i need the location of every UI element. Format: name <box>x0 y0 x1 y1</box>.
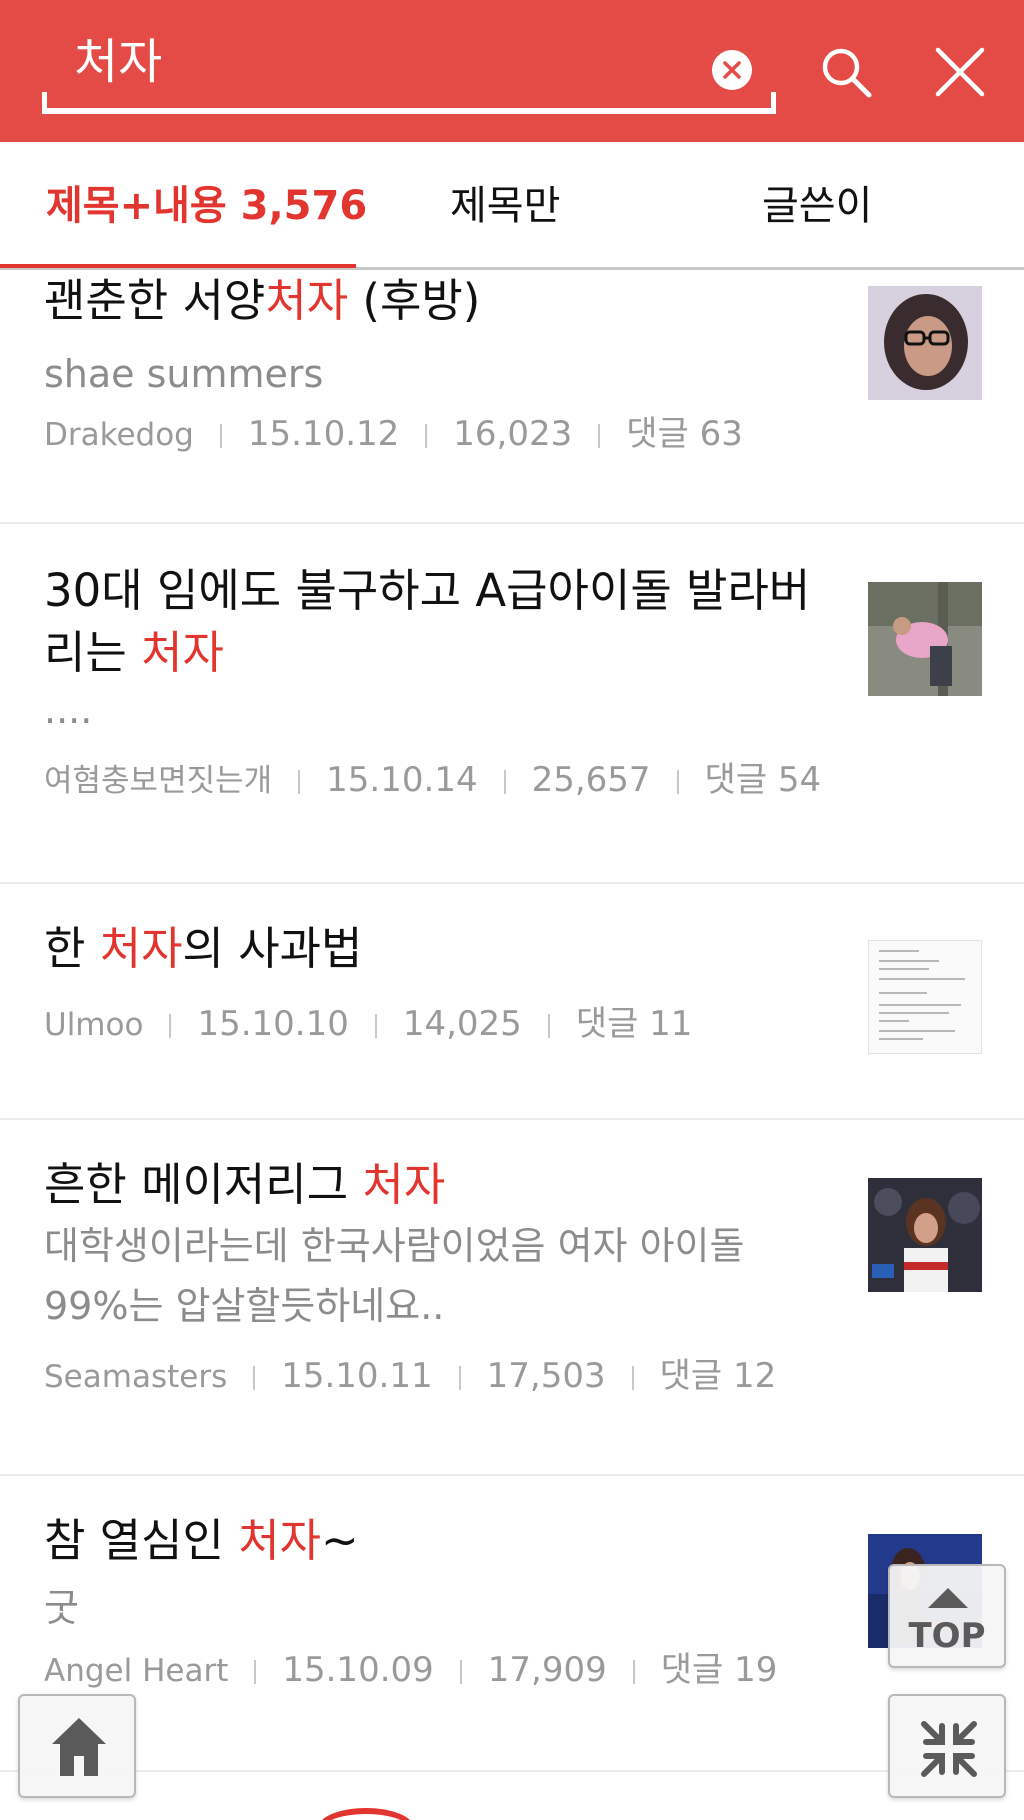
result-author: Seamasters <box>44 1359 228 1395</box>
list-item[interactable]: 한 처자의 사과법 Ulmoo 15.10.10 14,025 댓글 11 <box>0 884 1024 1120</box>
result-comments: 댓글 11 <box>575 1004 693 1044</box>
tab-title-only[interactable]: 제목만 <box>450 182 560 230</box>
result-date: 15.10.14 <box>326 760 478 800</box>
search-underline <box>42 92 776 114</box>
result-meta: Drakedog 15.10.12 16,023 댓글 63 <box>44 406 743 455</box>
result-meta: Angel Heart 15.10.09 17,909 댓글 19 <box>44 1642 777 1691</box>
tab-title-content[interactable]: 제목+내용 3,576 <box>46 182 367 230</box>
result-author: Angel Heart <box>44 1653 229 1689</box>
result-author: Ulmoo <box>44 1007 144 1043</box>
result-views: 16,023 <box>453 414 573 454</box>
clear-search-button[interactable] <box>712 50 752 90</box>
search-icon[interactable] <box>818 44 874 100</box>
tab-author[interactable]: 글쓴이 <box>762 182 872 230</box>
result-author: 여혐충보면짓는개 <box>44 763 273 799</box>
list-item[interactable]: 30대 임에도 불구하고 A급아이돌 발라버리는 처자 .... 여혐충보면짓는… <box>0 526 1024 884</box>
result-comments: 댓글 63 <box>626 414 743 454</box>
result-comments: 댓글 19 <box>660 1650 778 1690</box>
result-comments: 댓글 12 <box>659 1356 777 1396</box>
result-title: 참 열심인 처자~ <box>44 1514 359 1567</box>
result-date: 15.10.10 <box>197 1004 349 1044</box>
result-meta: 여혐충보면짓는개 15.10.14 25,657 댓글 54 <box>44 752 821 801</box>
result-author: Drakedog <box>44 417 194 453</box>
result-meta: Seamasters 15.10.11 17,503 댓글 12 <box>44 1348 776 1397</box>
search-header: 처자 <box>0 0 1024 142</box>
result-meta: Ulmoo 15.10.10 14,025 댓글 11 <box>44 996 692 1045</box>
active-tab-indicator <box>0 264 356 268</box>
result-views: 14,025 <box>402 1004 522 1044</box>
clear-icon <box>723 61 741 79</box>
search-input[interactable]: 처자 <box>74 38 162 86</box>
result-thumbnail <box>868 1178 982 1292</box>
result-title: 흔한 메이저리그 처자 <box>44 1158 446 1211</box>
result-views: 17,909 <box>487 1650 607 1690</box>
scroll-top-button[interactable]: TOP <box>888 1564 1006 1668</box>
search-tabs: 제목+내용 3,576 제목만 글쓴이 <box>0 142 1024 270</box>
result-date: 15.10.11 <box>281 1356 433 1396</box>
collapse-icon <box>921 1721 977 1777</box>
result-title: 한 처자의 사과법 <box>44 922 363 975</box>
result-comments: 댓글 54 <box>704 760 822 800</box>
result-thumbnail <box>868 582 982 696</box>
result-date: 15.10.12 <box>247 414 400 454</box>
result-snippet: 굿 <box>44 1586 79 1630</box>
top-label: TOP <box>908 1616 986 1656</box>
result-snippet: .... <box>44 688 93 732</box>
result-views: 25,657 <box>531 760 651 800</box>
arrow-up-icon <box>928 1588 968 1608</box>
list-item[interactable]: 괜춘한 서양처자 (후방) shae summers Drakedog 15.10… <box>0 270 1024 524</box>
list-item[interactable] <box>0 1772 1024 1820</box>
result-title: 30대 임에도 불구하고 A급아이돌 발라버리는 처자 <box>44 564 811 679</box>
close-icon[interactable] <box>934 46 986 98</box>
search-field[interactable]: 처자 <box>42 28 776 114</box>
home-button[interactable] <box>18 1694 136 1798</box>
list-item[interactable]: 흔한 메이저리그 처자 대학생이라는데 한국사람이었음 여자 아이돌 99%는 … <box>0 1120 1024 1476</box>
result-title: 괜춘한 서양처자 (후방) <box>44 274 481 327</box>
list-item[interactable]: 참 열심인 처자~ 굿 Angel Heart 15.10.09 17,909 댓글 … <box>0 1476 1024 1772</box>
result-thumbnail <box>868 286 982 400</box>
collapse-button[interactable] <box>888 1694 1006 1798</box>
result-snippet: shae summers <box>44 352 324 396</box>
result-views: 17,503 <box>486 1356 606 1396</box>
home-icon <box>52 1718 106 1776</box>
result-date: 15.10.09 <box>282 1650 434 1690</box>
result-thumbnail <box>868 940 982 1054</box>
result-snippet: 대학생이라는데 한국사람이었음 여자 아이돌 99%는 압살할듯하네요.. <box>44 1224 745 1328</box>
results-list: 괜춘한 서양처자 (후방) shae summers Drakedog 15.10… <box>0 270 1024 1820</box>
